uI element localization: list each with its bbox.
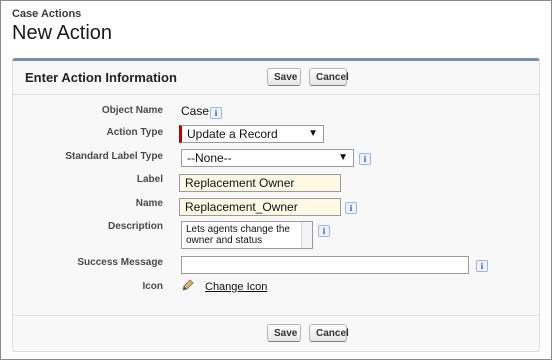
- standard-label-type-select[interactable]: --None-- ▼: [181, 149, 354, 167]
- chevron-down-icon: ▼: [338, 152, 348, 163]
- success-message-info-icon[interactable]: i: [476, 260, 488, 272]
- icon-label: Icon: [142, 281, 163, 292]
- pencil-icon: [181, 278, 195, 297]
- standard-label-type-info-icon[interactable]: i: [359, 153, 371, 165]
- label-field-label: Label: [136, 174, 163, 185]
- description-textarea[interactable]: Lets agents change the owner and status: [181, 221, 313, 249]
- object-name-value: Case: [181, 104, 210, 118]
- description-info-icon[interactable]: i: [318, 225, 330, 237]
- object-name-info-icon[interactable]: i: [210, 107, 222, 119]
- chevron-down-icon: ▼: [308, 128, 318, 139]
- action-info-panel: Enter Action Information Save Cancel Obj…: [12, 58, 540, 352]
- change-icon-link[interactable]: Change Icon: [205, 281, 267, 293]
- panel-title: Enter Action Information: [25, 70, 177, 85]
- panel-header: Enter Action Information Save Cancel: [13, 61, 539, 95]
- breadcrumb[interactable]: Case Actions: [12, 8, 81, 20]
- success-message-label: Success Message: [77, 257, 163, 268]
- standard-label-type-label: Standard Label Type: [65, 151, 163, 162]
- name-field-label: Name: [135, 198, 163, 209]
- name-input[interactable]: Replacement_Owner: [179, 198, 341, 216]
- cancel-button-bottom[interactable]: Cancel: [309, 324, 349, 342]
- success-message-input[interactable]: [181, 256, 469, 274]
- save-button-bottom[interactable]: Save: [267, 324, 301, 342]
- action-type-value: Update a Record: [187, 127, 278, 141]
- description-label: Description: [107, 221, 163, 232]
- standard-label-type-value: --None--: [187, 151, 232, 165]
- name-info-icon[interactable]: i: [345, 202, 357, 214]
- cancel-button-top[interactable]: Cancel: [309, 68, 349, 86]
- description-text: Lets agents change the owner and status: [186, 224, 290, 246]
- description-scrollbar[interactable]: [301, 222, 312, 248]
- object-name-label: Object Name: [101, 105, 163, 116]
- panel-footer: Save Cancel: [13, 315, 539, 352]
- label-input[interactable]: Replacement Owner: [179, 174, 341, 192]
- action-type-label: Action Type: [106, 127, 163, 138]
- save-button-top[interactable]: Save: [267, 68, 301, 86]
- page-title: New Action: [12, 22, 113, 44]
- action-type-select[interactable]: Update a Record ▼: [179, 125, 324, 143]
